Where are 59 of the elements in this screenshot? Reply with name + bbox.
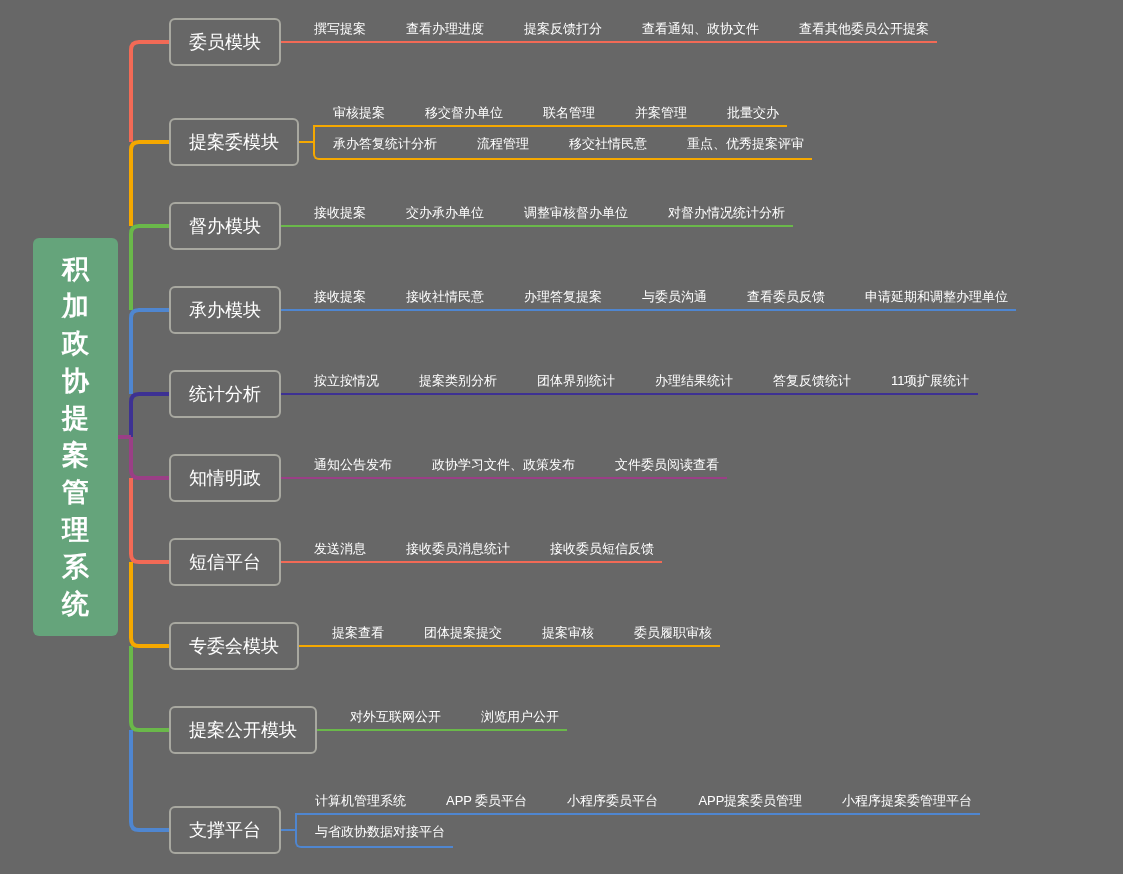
subtopic-label: 交办承办单位: [406, 204, 484, 222]
subtopic-label: 调整审核督办单位: [524, 204, 628, 222]
subtopic-label: 11项扩展统计: [891, 372, 970, 390]
subtopic-label: 移交社情民意: [569, 135, 647, 153]
subtopic-label: 流程管理: [477, 135, 529, 153]
subtopic-label: 并案管理: [635, 104, 687, 122]
subtopic-label: 通知公告发布: [314, 456, 392, 474]
subtopic-label: 接收社情民意: [406, 288, 484, 306]
subtopic-label: 对外互联网公开: [350, 708, 441, 726]
topic-node[interactable]: 承办模块: [169, 286, 281, 334]
subtopic-label: 撰写提案: [314, 20, 366, 38]
subtopic-label: 查看办理进度: [406, 20, 484, 38]
root-title: 积加政协提案管理系统: [62, 252, 89, 621]
topic-node[interactable]: 专委会模块: [169, 622, 299, 670]
subtopic-label: 接收委员消息统计: [406, 540, 510, 558]
subtopic-label: 提案反馈打分: [524, 20, 602, 38]
topic-node[interactable]: 委员模块: [169, 18, 281, 66]
subtopic-label: 与委员沟通: [642, 288, 707, 306]
subtopic-label: 联名管理: [543, 104, 595, 122]
subtopic-label: 小程序委员平台: [567, 792, 659, 810]
topic-node[interactable]: 支撑平台: [169, 806, 281, 854]
subtopic-label: 接收委员短信反馈: [550, 540, 654, 558]
subtopic-label: 接收提案: [314, 204, 366, 222]
subtopic-label: 办理结果统计: [655, 372, 733, 390]
subtopic-label: 审核提案: [333, 104, 385, 122]
topic-node[interactable]: 短信平台: [169, 538, 281, 586]
subtopic-label: 答复反馈统计: [773, 372, 851, 390]
subtopic-label: 对督办情况统计分析: [668, 204, 785, 222]
subtopic-label: 发送消息: [314, 540, 366, 558]
subtopic-label: 查看委员反馈: [747, 288, 825, 306]
subtopic-label: 小程序提案委管理平台: [842, 792, 973, 810]
subtopic-label: 接收提案: [314, 288, 366, 306]
subtopic-label: 办理答复提案: [524, 288, 602, 306]
subtopic-label: 政协学习文件、政策发布: [432, 456, 575, 474]
subtopic-label: 承办答复统计分析: [333, 135, 437, 153]
subtopic-label: 重点、优秀提案评审: [687, 135, 804, 153]
subtopic-label: 批量交办: [727, 104, 779, 122]
topic-node[interactable]: 统计分析: [169, 370, 281, 418]
subtopic-label: 提案查看: [332, 624, 384, 642]
subtopic-label: 按立按情况: [314, 372, 379, 390]
subtopic-label: 查看通知、政协文件: [642, 20, 759, 38]
subtopic-label: 申请延期和调整办理单位: [865, 288, 1008, 306]
subtopic-label: 查看其他委员公开提案: [799, 20, 929, 38]
topic-node[interactable]: 提案委模块: [169, 118, 299, 166]
subtopic-label: 计算机管理系统: [315, 792, 406, 810]
subtopic-label: 文件委员阅读查看: [615, 456, 719, 474]
subtopic-label: 提案审核: [542, 624, 594, 642]
subtopic-label: APP 委员平台: [446, 792, 528, 810]
subtopic-label: 与省政协数据对接平台: [315, 823, 445, 841]
subtopic-label: 团体界别统计: [537, 372, 615, 390]
subtopic-label: APP提案委员管理: [698, 792, 803, 810]
topic-node[interactable]: 知情明政: [169, 454, 281, 502]
subtopic-label: 委员履职审核: [634, 624, 712, 642]
subtopic-label: 提案类别分析: [419, 372, 497, 390]
topic-node[interactable]: 提案公开模块: [169, 706, 317, 754]
subtopic-label: 移交督办单位: [425, 104, 503, 122]
subtopic-label: 团体提案提交: [424, 624, 502, 642]
topic-node[interactable]: 督办模块: [169, 202, 281, 250]
subtopic-label: 浏览用户公开: [481, 708, 559, 726]
